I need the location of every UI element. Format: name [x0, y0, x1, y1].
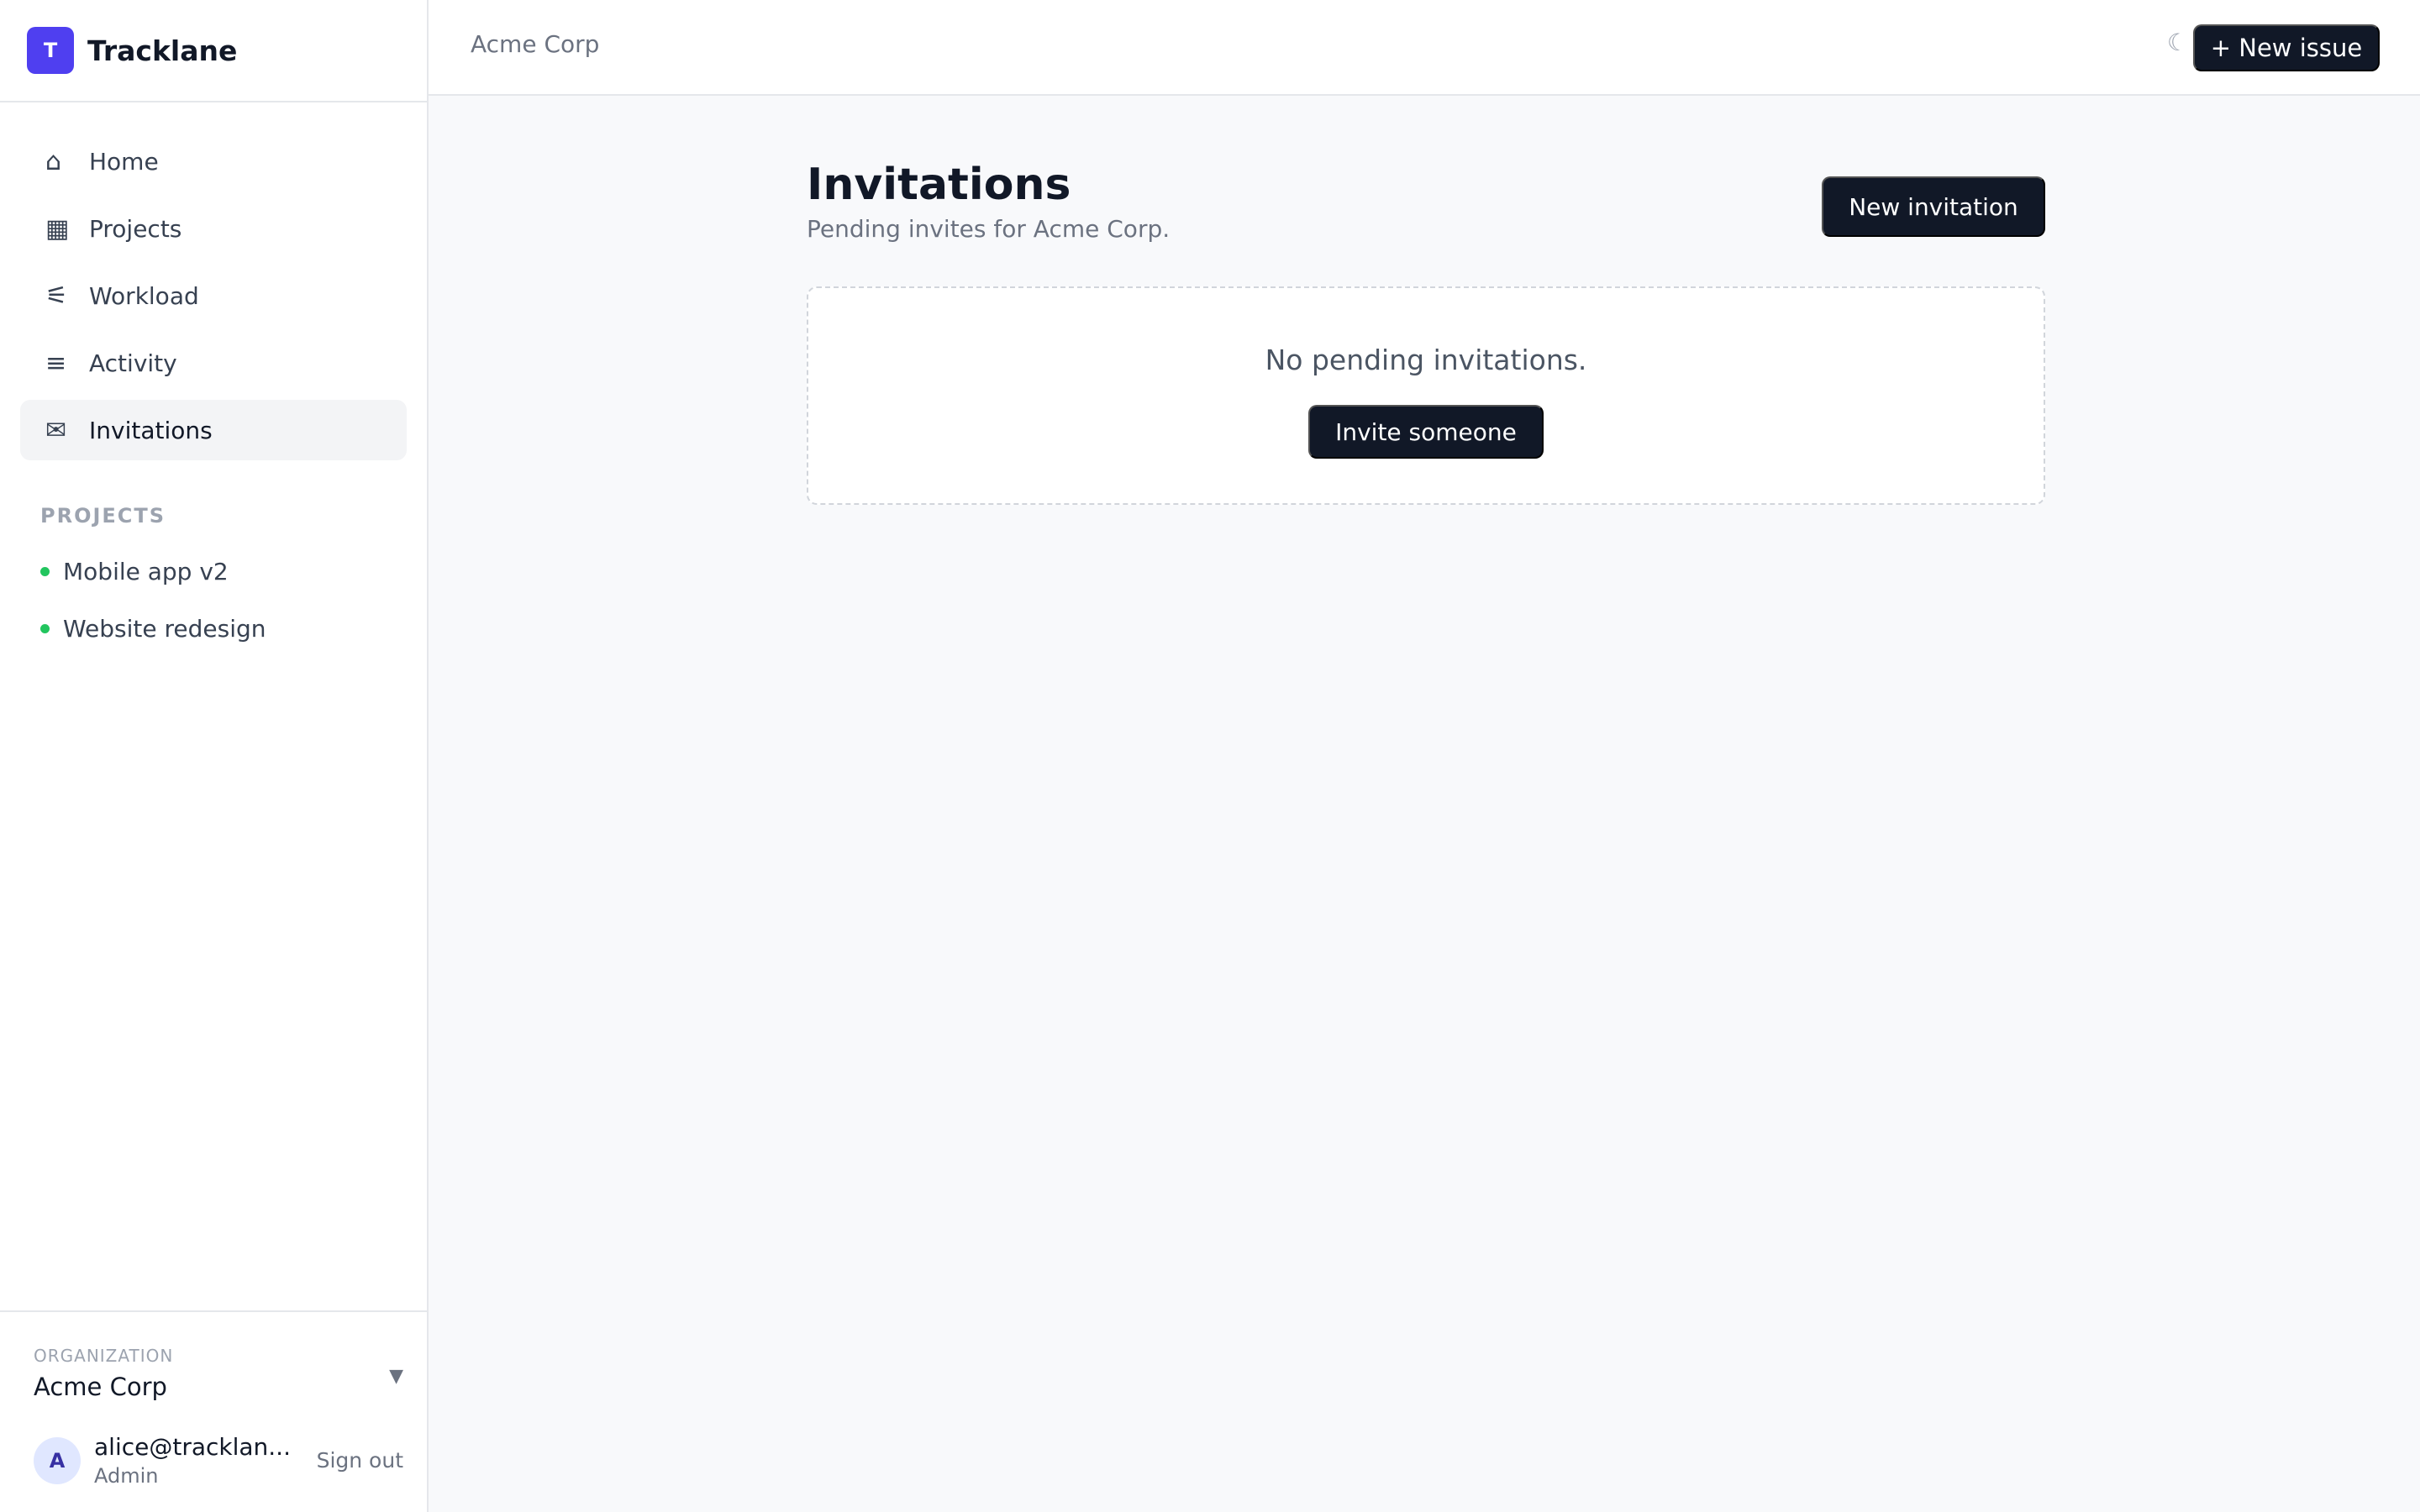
- moon-icon[interactable]: ☾: [2167, 29, 2188, 56]
- projects-section-label: PROJECTS: [40, 504, 166, 528]
- org-label: ORGANIZATION: [34, 1346, 174, 1366]
- sidebar-project-website-redesign[interactable]: Website redesign: [40, 600, 427, 657]
- sidebar-item-workload[interactable]: ⚟ Workload: [20, 265, 407, 326]
- sidebar-item-invitations[interactable]: ✉ Invitations: [20, 400, 407, 460]
- sidebar-item-home[interactable]: ⌂ Home: [20, 131, 407, 192]
- user-row: A alice@tracklan... Admin Sign out: [34, 1433, 403, 1488]
- home-icon: ⌂: [45, 146, 62, 176]
- new-invitation-button[interactable]: New invitation: [1822, 176, 2045, 237]
- sign-out-link[interactable]: Sign out: [317, 1448, 403, 1473]
- org-name: Acme Corp: [34, 1373, 167, 1401]
- user-role: Admin: [94, 1464, 159, 1488]
- project-label: Mobile app v2: [63, 557, 229, 585]
- sidebar-item-label: Home: [89, 147, 159, 176]
- activity-icon: ≡: [45, 348, 67, 378]
- projects-icon: ▦: [45, 213, 70, 244]
- sidebar-nav: ⌂ Home ▦ Projects ⚟ Workload ≡ Activity …: [0, 102, 427, 460]
- sidebar-item-label: Activity: [89, 349, 177, 377]
- project-status-dot: [40, 566, 50, 576]
- empty-state-text: No pending invitations.: [1265, 344, 1587, 376]
- org-switcher[interactable]: ORGANIZATION Acme Corp ▼: [34, 1346, 403, 1401]
- topbar: Acme Corp ☾ + New issue: [429, 0, 2420, 96]
- project-status-dot: [40, 623, 50, 633]
- invite-someone-button[interactable]: Invite someone: [1308, 405, 1544, 459]
- user-email: alice@tracklan...: [94, 1433, 291, 1461]
- sidebar-item-activity[interactable]: ≡ Activity: [20, 333, 407, 393]
- chevron-down-icon: ▼: [389, 1366, 403, 1387]
- brand-name: Tracklane: [87, 34, 238, 67]
- project-label: Website redesign: [63, 614, 266, 643]
- sidebar-footer: ORGANIZATION Acme Corp ▼ A alice@trackla…: [0, 1310, 427, 1512]
- sidebar-item-label: Invitations: [89, 416, 213, 444]
- sidebar-item-projects[interactable]: ▦ Projects: [20, 198, 407, 259]
- brand[interactable]: T Tracklane: [0, 0, 427, 102]
- sidebar-item-label: Projects: [89, 214, 182, 243]
- sidebar: T Tracklane ⌂ Home ▦ Projects ⚟ Workload…: [0, 0, 429, 1512]
- workload-icon: ⚟: [45, 281, 68, 311]
- breadcrumb[interactable]: Acme Corp: [471, 30, 599, 58]
- avatar: A: [34, 1436, 81, 1484]
- mail-icon: ✉: [45, 415, 67, 445]
- main-content: Invitations Pending invites for Acme Cor…: [807, 160, 2045, 505]
- empty-state-card: No pending invitations. Invite someone: [807, 286, 2045, 505]
- sidebar-item-label: Workload: [89, 281, 199, 310]
- user-info: alice@tracklan... Admin: [94, 1433, 317, 1488]
- projects-list: Mobile app v2 Website redesign: [0, 543, 427, 657]
- sidebar-project-mobile-app[interactable]: Mobile app v2: [40, 543, 427, 600]
- new-issue-button[interactable]: + New issue: [2193, 24, 2380, 71]
- brand-logo: T: [27, 27, 74, 74]
